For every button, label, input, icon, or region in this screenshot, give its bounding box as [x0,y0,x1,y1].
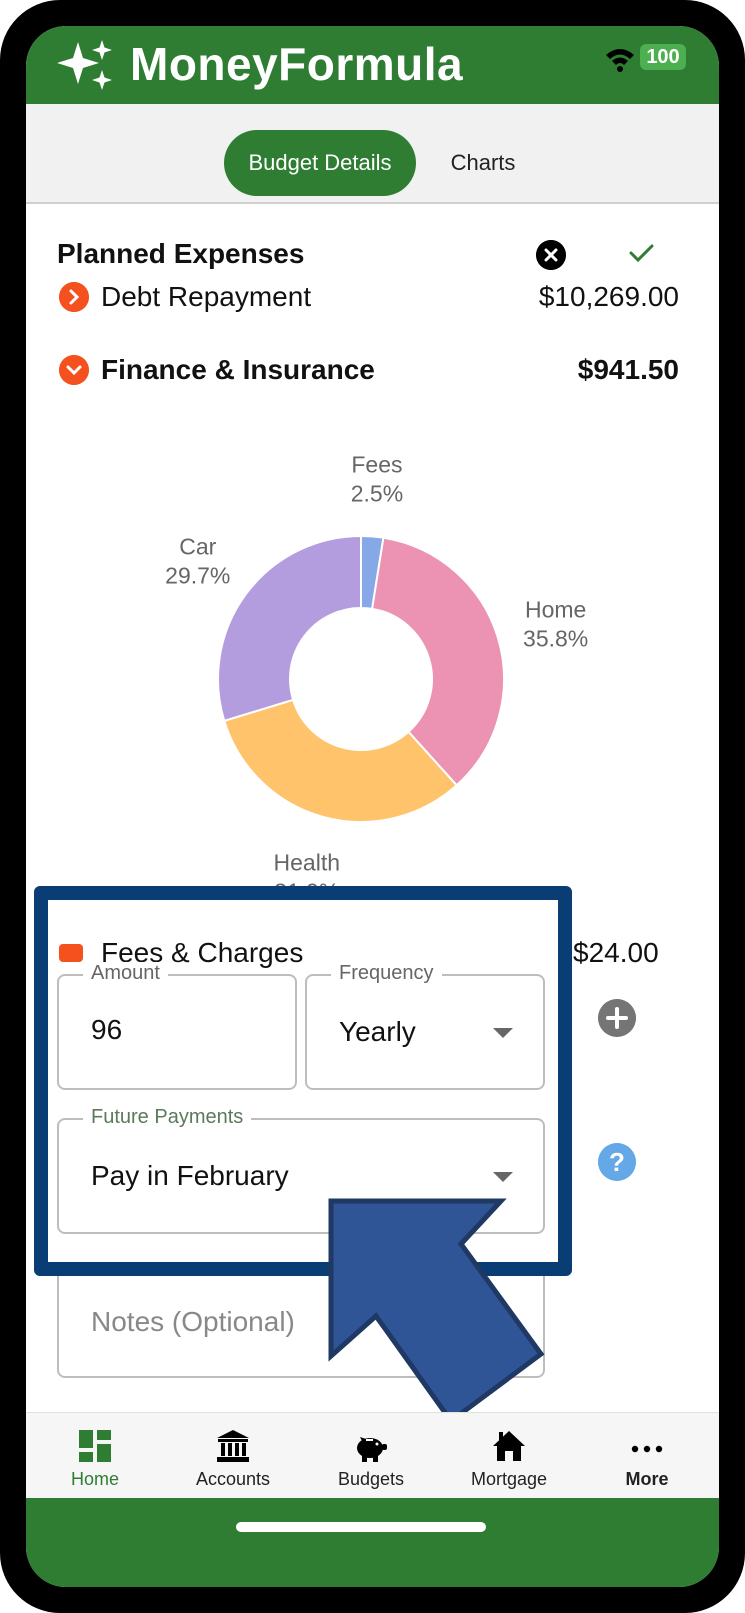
house-icon [493,1431,525,1461]
tab-budget-details[interactable]: Budget Details [224,130,416,196]
screen: MoneyFormula 100 Budget Details Charts P… [26,26,719,1587]
donut-chart: Fees2.5%Home35.8%Health31.9%Car29.7% [165,452,588,905]
nav-label-mortgage: Mortgage [470,1469,548,1489]
grid-icon [79,1430,111,1462]
pie-slice-car [217,534,362,723]
pie-percent-car: 29.7% [165,562,230,588]
nav-item-more[interactable]: More [578,1413,716,1499]
notes-placeholder[interactable]: Notes (Optional) [91,1306,295,1338]
app-title: MoneyFormula [130,38,464,90]
nav-label-more: More [625,1469,669,1489]
add-icon[interactable] [598,999,636,1037]
nav-item-accounts[interactable]: Accounts [164,1413,302,1499]
section-title: Planned Expenses [57,238,305,269]
category-amount: $941.50 [577,354,679,385]
pie-label-home: Home [525,596,586,622]
pie-percent-fees: 2.5% [351,481,403,507]
bottom-nav: Home Accounts Budgets Mortgage More [26,1412,719,1499]
category-row-finance-insurance[interactable]: Finance & Insurance $941.50 [59,351,679,395]
check-icon[interactable] [626,238,656,268]
home-indicator [236,1522,486,1532]
pointer-arrow-icon [328,1198,545,1425]
bank-icon [217,1430,249,1462]
app-header: MoneyFormula 100 [26,26,719,104]
nav-item-mortgage[interactable]: Mortgage [440,1413,578,1499]
bottom-bar [26,1498,719,1587]
piggy-bank-icon [357,1437,387,1462]
category-name: Finance & Insurance [101,354,375,385]
category-name: Debt Repayment [101,281,312,312]
chevron-down-icon[interactable] [59,355,89,385]
close-icon[interactable] [536,240,566,270]
battery-indicator: 100 [640,44,686,70]
chevron-right-icon[interactable] [59,282,89,312]
category-row-debt-repayment[interactable]: Debt Repayment $10,269.00 [59,278,679,322]
sparkles-icon [57,40,112,90]
nav-item-home[interactable]: Home [26,1413,164,1499]
more-dots-icon [631,1445,663,1453]
nav-label-home: Home [70,1469,119,1489]
nav-item-budgets[interactable]: Budgets [302,1413,440,1499]
wifi-icon [606,49,634,72]
tab-bar: Budget Details Charts [26,104,719,204]
pie-percent-home: 35.8% [523,625,588,651]
pie-label-car: Car [179,533,216,559]
pie-label-health: Health [274,850,340,876]
phone-frame: MoneyFormula 100 Budget Details Charts P… [0,0,745,1613]
pie-label-fees: Fees [351,452,402,478]
svg-text:?: ? [609,1147,625,1177]
subcategory-amount: $24.00 [573,937,659,968]
help-icon[interactable]: ? [598,1143,636,1181]
category-amount: $10,269.00 [538,281,679,312]
tab-charts[interactable]: Charts [418,130,548,196]
nav-label-accounts: Accounts [195,1469,271,1489]
nav-label-budgets: Budgets [337,1469,405,1489]
